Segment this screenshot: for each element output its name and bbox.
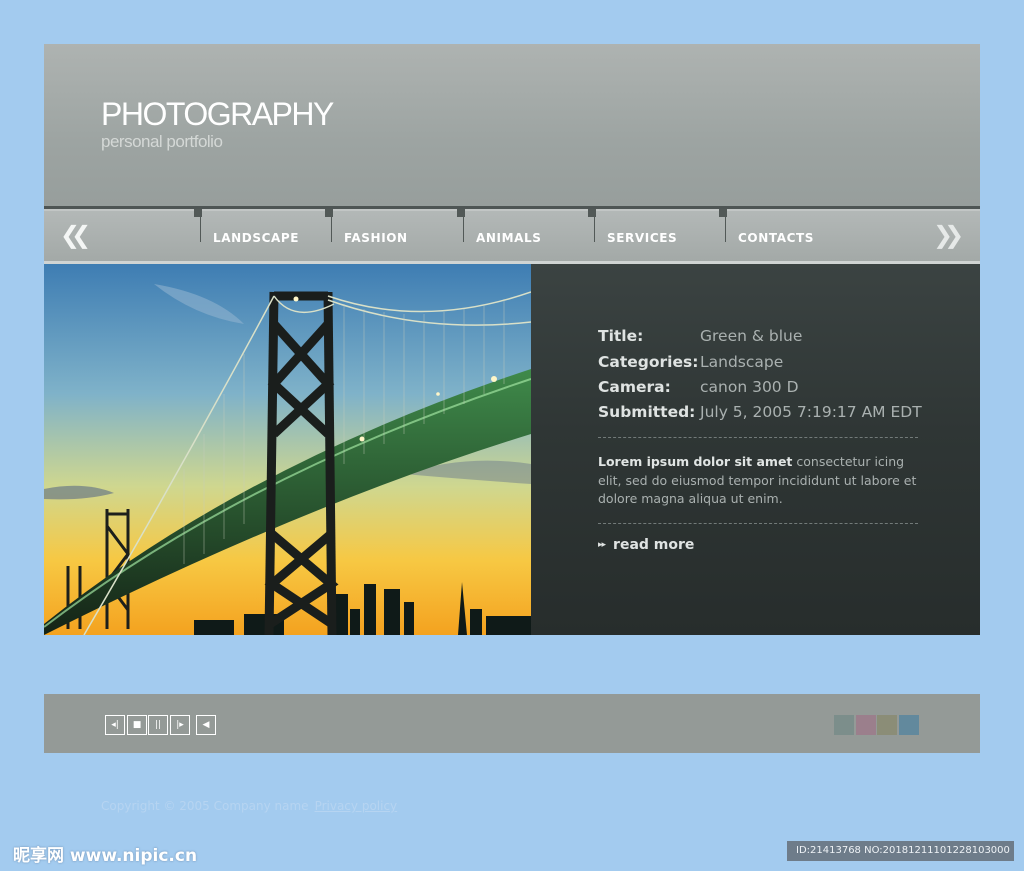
next-icon[interactable]: |▸ (170, 715, 190, 735)
nav-item-animals[interactable]: ANIMALS (457, 209, 594, 245)
photo-details-panel: Title: Green & blue Categories: Landscap… (531, 264, 980, 635)
site-subtitle: personal portfolio (101, 132, 223, 151)
stop-icon[interactable]: ■ (127, 715, 147, 735)
photo-description: Lorem ipsum dolor sit amet consectetur i… (598, 453, 923, 509)
detail-value: Landscape (700, 353, 784, 371)
nav-item-landscape[interactable]: LANDSCAPE (194, 209, 331, 245)
watermark-logo: 昵享网 www.nipic.cn (13, 846, 198, 866)
watermark-id: ID:21413768 NO:20181211101228103000 (787, 841, 1014, 861)
dashed-divider (598, 523, 918, 524)
detail-label: Categories: (598, 353, 699, 371)
read-more-link[interactable]: ▸▸ read more (598, 537, 694, 553)
site-title: PHOTOGRAPHY (101, 96, 334, 132)
detail-value: Green & blue (700, 327, 803, 345)
double-chevron-left-icon[interactable]: ❮❮ (60, 223, 91, 247)
featured-photo (44, 264, 531, 635)
description-lead: Lorem ipsum dolor sit amet (598, 454, 793, 469)
color-swatch-teal[interactable] (834, 715, 854, 735)
nav-item-services[interactable]: SERVICES (588, 209, 725, 245)
detail-label: Title: (598, 327, 644, 345)
read-more-label: read more (613, 537, 695, 553)
copyright-text: Copyright © 2005 Company name (101, 799, 309, 813)
previous-icon[interactable]: ◂| (105, 715, 125, 735)
detail-value: July 5, 2005 7:19:17 AM EDT (700, 403, 922, 421)
main-navigation: ❮❮ LANDSCAPE FASHION ANIMALS SERVICES CO… (44, 206, 980, 264)
double-arrow-right-icon: ▸▸ (598, 540, 606, 550)
nav-item-contacts[interactable]: CONTACTS (719, 209, 856, 245)
color-swatch-mauve[interactable] (856, 715, 876, 735)
detail-label: Submitted: (598, 403, 696, 421)
site-header: PHOTOGRAPHY personal portfolio (44, 44, 980, 206)
media-player-bar: ◂| ■ || |▸ ◀ (44, 694, 980, 753)
nav-label: SERVICES (607, 231, 678, 245)
double-chevron-right-icon[interactable]: ❯❯ (933, 223, 964, 247)
footer-copyright: Copyright © 2005 Company name Privacy pol… (101, 799, 397, 813)
color-swatch-blue[interactable] (899, 715, 919, 735)
detail-label: Camera: (598, 378, 671, 396)
nav-label: ANIMALS (476, 231, 542, 245)
nav-label: CONTACTS (738, 231, 815, 245)
color-swatch-olive[interactable] (877, 715, 897, 735)
volume-icon[interactable]: ◀ (196, 715, 216, 735)
detail-value: canon 300 D (700, 378, 799, 396)
privacy-policy-link[interactable]: Privacy policy (315, 799, 398, 813)
dashed-divider (598, 437, 918, 438)
nav-label: FASHION (344, 231, 408, 245)
nav-item-fashion[interactable]: FASHION (325, 209, 463, 245)
nav-label: LANDSCAPE (213, 231, 300, 245)
pause-icon[interactable]: || (148, 715, 168, 735)
bridge-photo-image (44, 264, 531, 635)
